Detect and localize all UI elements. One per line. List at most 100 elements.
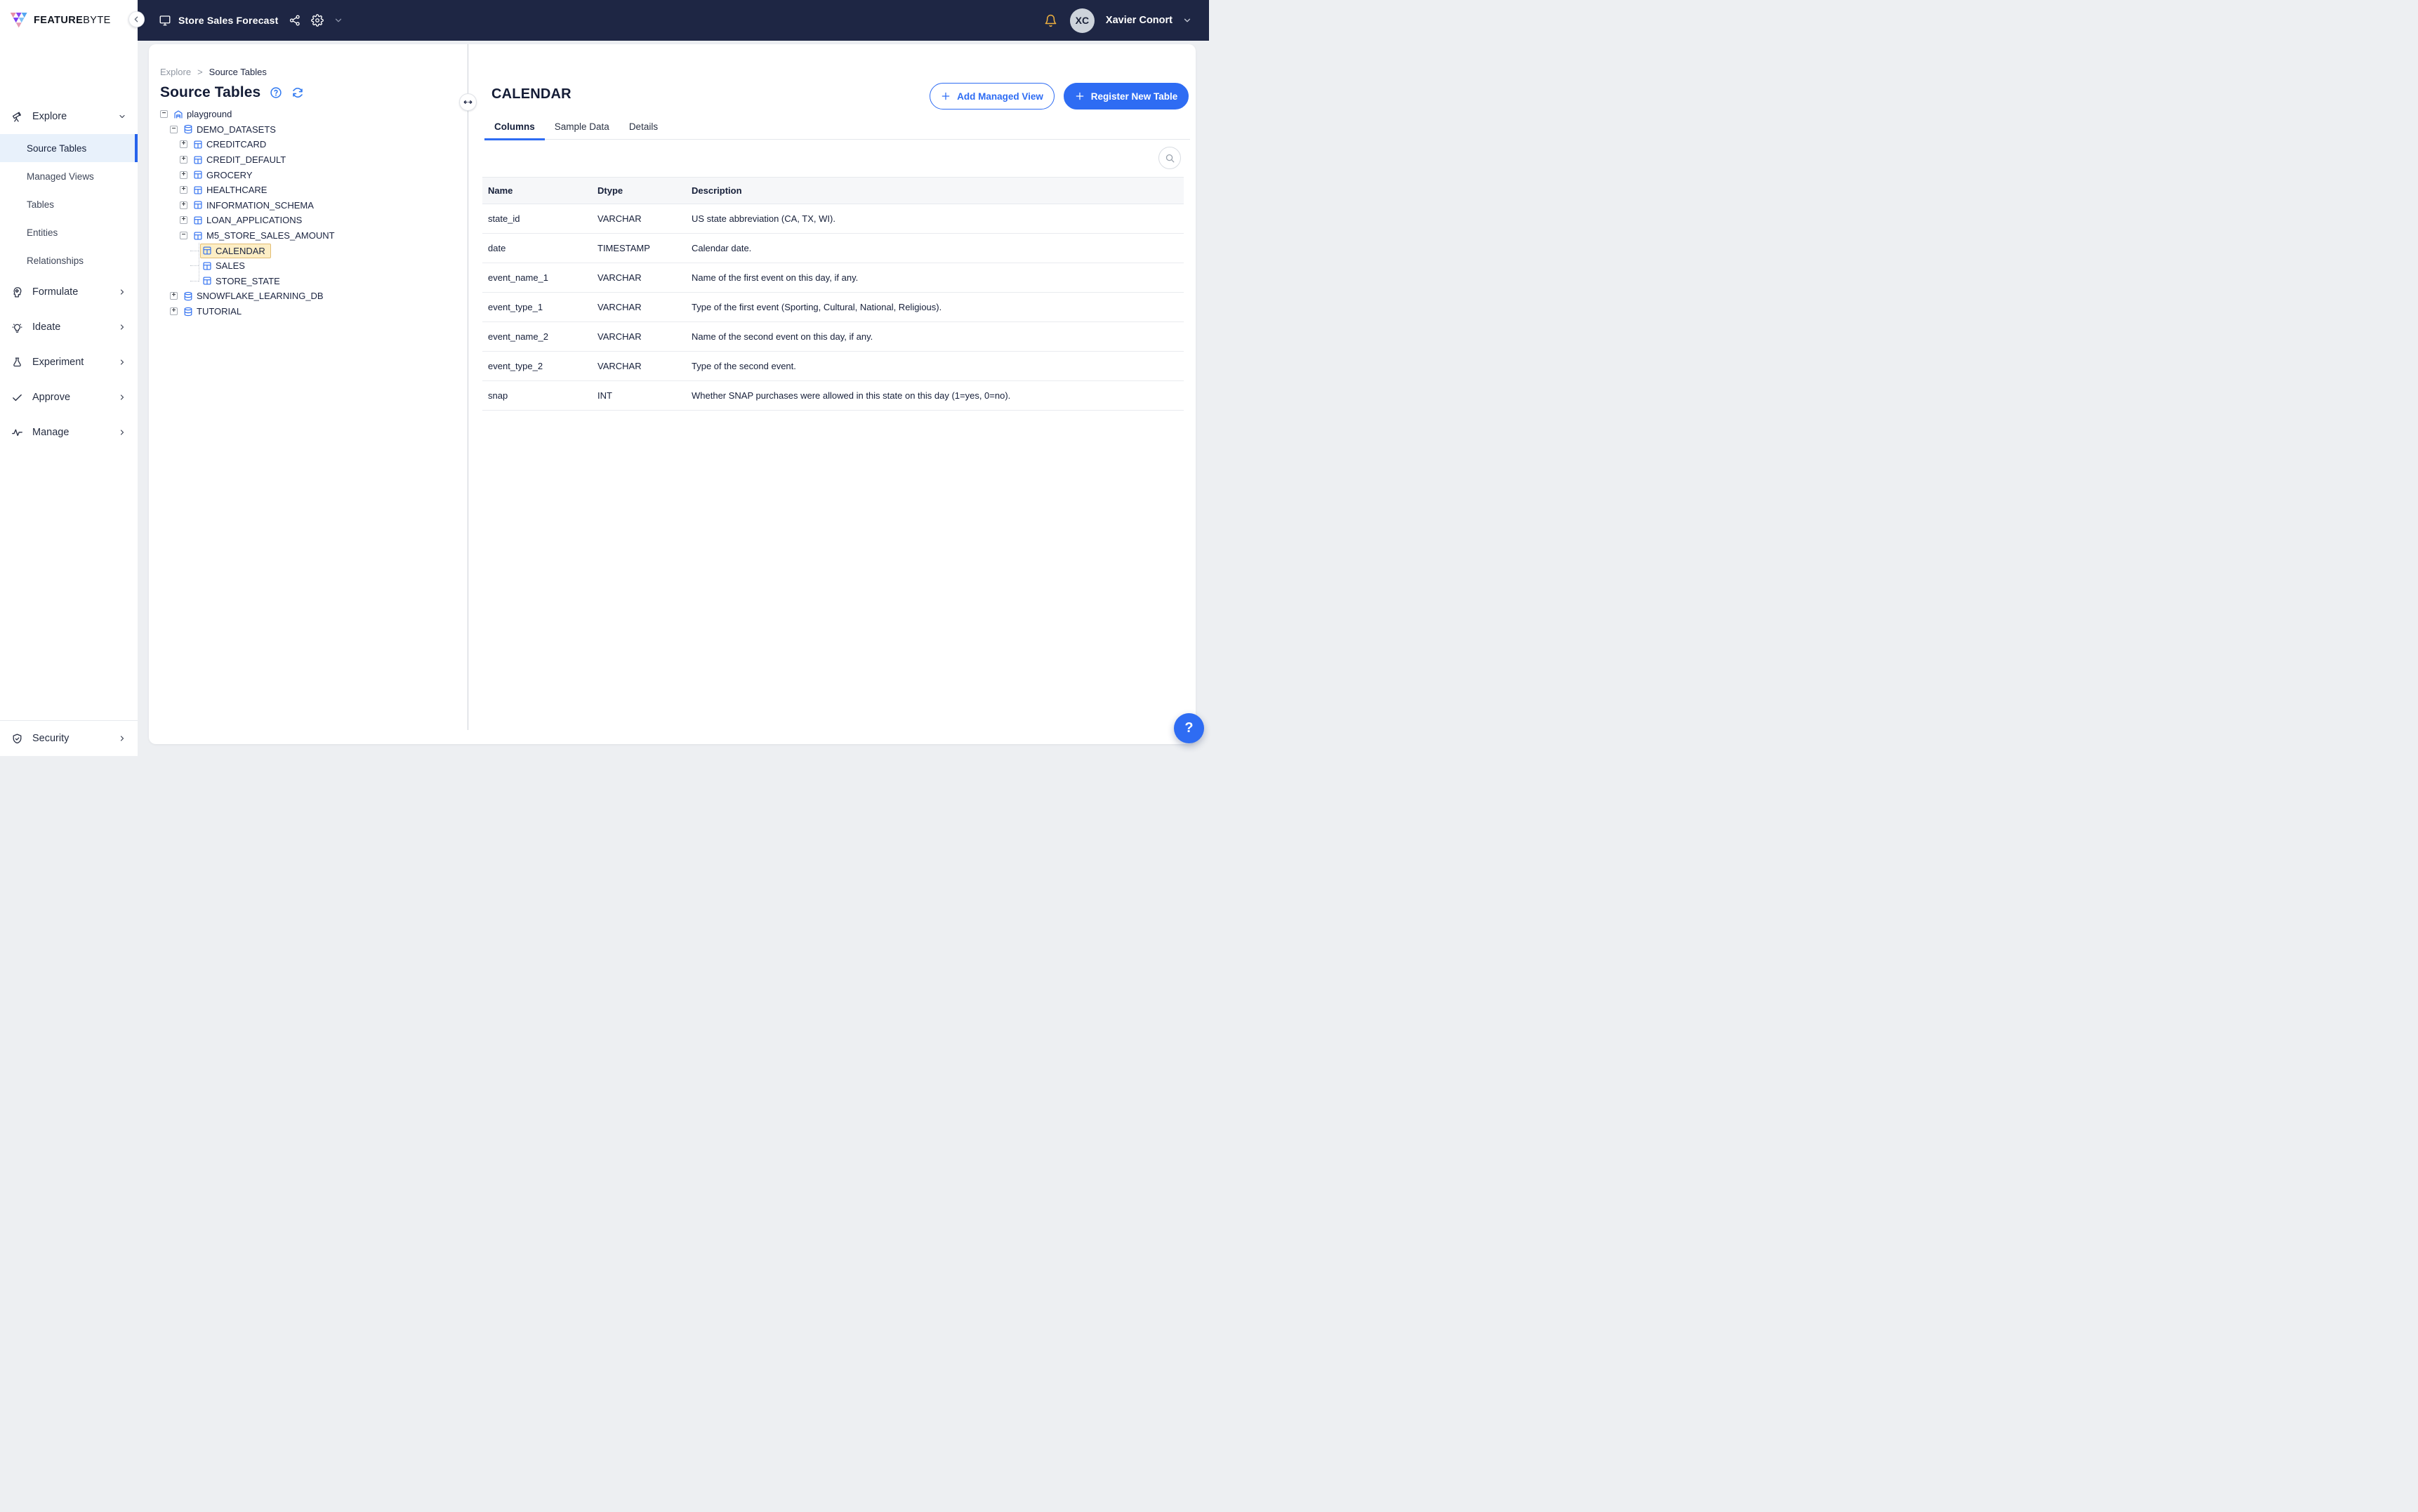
- sidebar-item-managed-views[interactable]: Managed Views: [0, 162, 138, 190]
- search-button[interactable]: [1158, 147, 1181, 169]
- tree-node-playground[interactable]: − playground: [149, 107, 466, 122]
- chevron-right-icon: [118, 288, 126, 296]
- tree-node-content: CREDITCARD: [191, 137, 272, 152]
- search-icon: [1165, 153, 1175, 164]
- expand-node-icon[interactable]: +: [180, 201, 187, 209]
- tree-node-label: CREDIT_DEFAULT: [206, 154, 286, 165]
- activity-icon: [11, 427, 23, 439]
- expand-node-icon[interactable]: +: [180, 156, 187, 164]
- sidebar-item-label: Ideate: [32, 321, 109, 333]
- help-fab-button[interactable]: ?: [1174, 713, 1204, 743]
- chevron-down-icon: [118, 112, 126, 121]
- collapse-node-icon[interactable]: −: [170, 126, 178, 133]
- sidebar-collapse-button[interactable]: [128, 11, 145, 27]
- sidebar-item-source-tables[interactable]: Source Tables: [0, 134, 138, 162]
- tree-node-label: LOAN_APPLICATIONS: [206, 215, 302, 225]
- tree-node-tutorial[interactable]: +TUTORIAL: [149, 304, 466, 319]
- sidebar-item-security[interactable]: Security: [0, 721, 138, 756]
- warehouse-icon: [173, 110, 183, 119]
- featurebyte-logo-text: FEATUREBYTE: [34, 15, 111, 26]
- add-managed-view-button[interactable]: Add Managed View: [930, 83, 1055, 110]
- tree-node-content: M5_STORE_SALES_AMOUNT: [191, 228, 341, 243]
- gear-icon[interactable]: [311, 14, 324, 27]
- tab-columns[interactable]: Columns: [484, 114, 545, 139]
- sidebar-item-relationships[interactable]: Relationships: [0, 246, 138, 274]
- sidebar-item-experiment[interactable]: Experiment: [0, 345, 138, 380]
- table-header-row: Name Dtype Description: [482, 178, 1184, 204]
- share-icon[interactable]: [289, 14, 301, 27]
- expand-node-icon[interactable]: +: [180, 216, 187, 224]
- breadcrumb-separator: >: [197, 67, 203, 77]
- collapse-node-icon[interactable]: −: [160, 110, 168, 118]
- cell-dtype: VARCHAR: [592, 322, 686, 352]
- sidebar-item-label: Experiment: [32, 357, 109, 368]
- chevron-down-icon[interactable]: [333, 15, 343, 25]
- check-icon: [11, 392, 23, 404]
- sidebar-item-explore[interactable]: Explore: [0, 99, 138, 134]
- tree-node-information_schema[interactable]: +INFORMATION_SCHEMA: [149, 198, 466, 213]
- tree-node-label: playground: [187, 109, 232, 119]
- tree-node-content: SALES: [200, 258, 251, 273]
- tree-node-label: STORE_STATE: [216, 276, 280, 286]
- tree-node-content: CALENDAR: [200, 244, 271, 258]
- tree-node-store_state[interactable]: STORE_STATE: [149, 274, 466, 289]
- chevron-down-icon[interactable]: [1182, 15, 1192, 25]
- project-switcher[interactable]: Store Sales Forecast: [159, 14, 279, 27]
- plus-icon: [1075, 91, 1085, 101]
- table-icon: [193, 185, 203, 195]
- help-circle-icon[interactable]: [270, 86, 282, 99]
- register-new-table-button[interactable]: Register New Table: [1064, 83, 1189, 110]
- tree-node-sales[interactable]: SALES: [149, 258, 466, 274]
- refresh-icon[interactable]: [291, 86, 304, 99]
- tree-node-label: SALES: [216, 260, 245, 271]
- tree-node-label: CALENDAR: [216, 246, 265, 256]
- panel-resize-handle[interactable]: [459, 93, 477, 111]
- tree-node-calendar[interactable]: CALENDAR: [149, 243, 466, 258]
- expand-node-icon[interactable]: +: [180, 171, 187, 179]
- cell-name: event_name_2: [482, 322, 592, 352]
- sidebar-item-approve[interactable]: Approve: [0, 380, 138, 415]
- cell-dtype: VARCHAR: [592, 204, 686, 234]
- table-row: event_type_1VARCHARType of the first eve…: [482, 293, 1184, 322]
- tree-node-snowflake_learning_db[interactable]: +SNOWFLAKE_LEARNING_DB: [149, 289, 466, 304]
- sidebar-item-entities[interactable]: Entities: [0, 218, 138, 246]
- expand-node-icon[interactable]: +: [180, 186, 187, 194]
- cell-name: event_name_1: [482, 263, 592, 293]
- tree-node-credit_default[interactable]: + CREDIT_DEFAULT: [149, 152, 466, 168]
- user-avatar[interactable]: XC: [1070, 8, 1095, 33]
- tree-node-content: HEALTHCARE: [191, 183, 272, 197]
- lightbulb-icon: [11, 321, 23, 333]
- sidebar-item-label: Formulate: [32, 286, 109, 298]
- bell-icon[interactable]: [1044, 14, 1057, 27]
- expand-node-icon[interactable]: +: [170, 307, 178, 315]
- table-icon: [193, 215, 203, 225]
- explorer-title: Source Tables: [160, 84, 260, 101]
- user-name[interactable]: Xavier Conort: [1106, 15, 1172, 26]
- cell-description: Calendar date.: [686, 234, 1184, 263]
- tree-node-demo_datasets[interactable]: − DEMO_DATASETS: [149, 122, 466, 138]
- tree-node-m5_store_sales_amount[interactable]: −M5_STORE_SALES_AMOUNT: [149, 228, 466, 244]
- sidebar-item-ideate[interactable]: Ideate: [0, 310, 138, 345]
- tree-node-healthcare[interactable]: + HEALTHCARE: [149, 183, 466, 198]
- source-tables-tree: − playground − DEMO_DATASETS + CREDITCARD + CRE…: [149, 107, 466, 319]
- cell-dtype: VARCHAR: [592, 263, 686, 293]
- breadcrumb-parent[interactable]: Explore: [160, 67, 191, 77]
- tree-node-grocery[interactable]: +GROCERY: [149, 167, 466, 183]
- cell-name: state_id: [482, 204, 592, 234]
- detail-tabs: Columns Sample Data Details: [484, 114, 1190, 140]
- cell-description: Type of the second event.: [686, 352, 1184, 381]
- tree-node-loan_applications[interactable]: + LOAN_APPLICATIONS: [149, 213, 466, 228]
- column-header-name: Name: [482, 178, 592, 204]
- sidebar-item-formulate[interactable]: Formulate: [0, 274, 138, 310]
- tree-node-label: DEMO_DATASETS: [197, 124, 276, 135]
- tab-details[interactable]: Details: [619, 114, 668, 139]
- sidebar-subitem-label: Relationships: [27, 256, 84, 266]
- table-icon: [202, 276, 212, 286]
- tab-sample-data[interactable]: Sample Data: [545, 114, 619, 139]
- sidebar-item-tables[interactable]: Tables: [0, 190, 138, 218]
- collapse-node-icon[interactable]: −: [180, 232, 187, 239]
- tree-node-creditcard[interactable]: + CREDITCARD: [149, 137, 466, 152]
- sidebar-item-manage[interactable]: Manage: [0, 415, 138, 450]
- expand-node-icon[interactable]: +: [170, 292, 178, 300]
- expand-node-icon[interactable]: +: [180, 140, 187, 148]
